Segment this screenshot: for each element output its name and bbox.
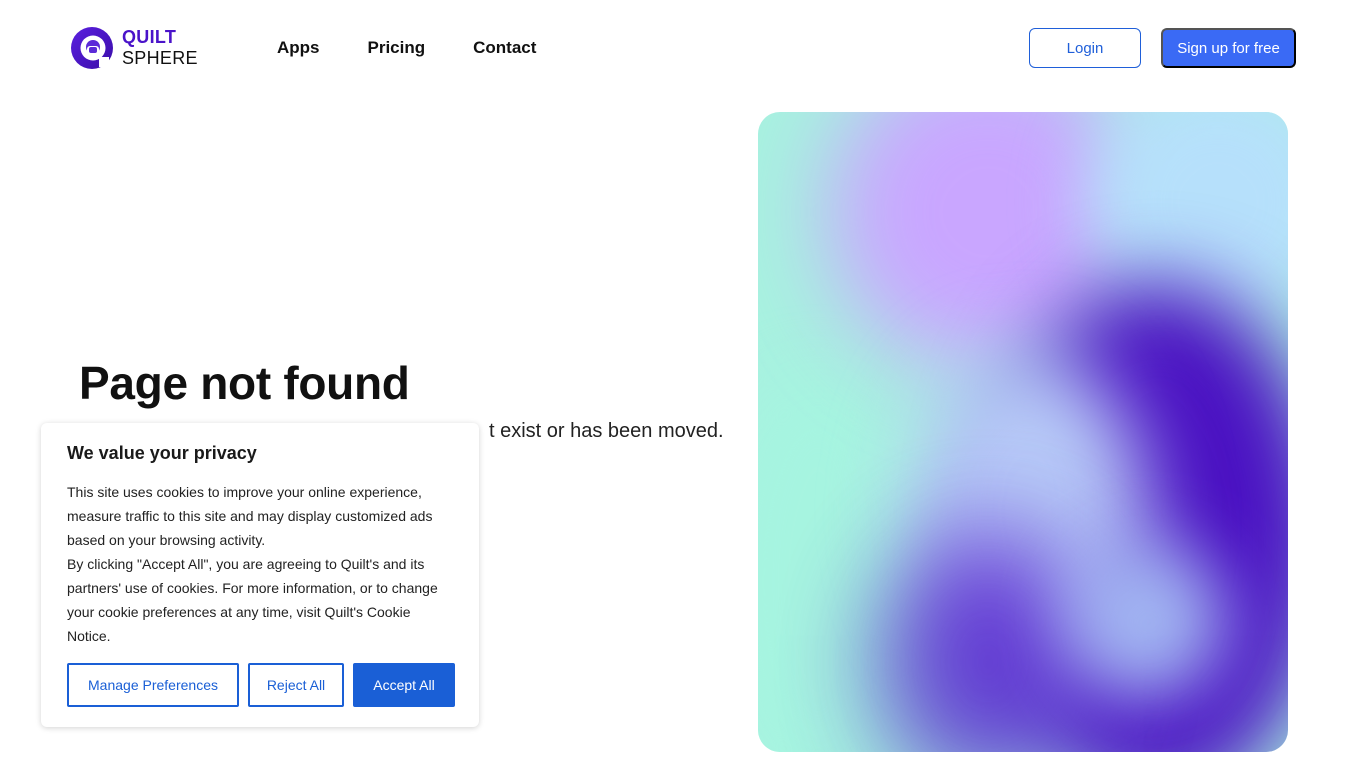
login-button[interactable]: Login: [1029, 28, 1141, 68]
nav-link-apps[interactable]: Apps: [277, 38, 320, 58]
logo-text-top: QUILT: [122, 26, 177, 47]
cookie-banner-title: We value your privacy: [67, 443, 257, 463]
gradient-artwork: [758, 112, 1288, 752]
nav-link-pricing[interactable]: Pricing: [368, 38, 426, 58]
accept-all-button[interactable]: Accept All: [353, 663, 455, 707]
cookie-banner-text: This site uses cookies to improve your o…: [67, 480, 453, 648]
nav-link-contact[interactable]: Contact: [473, 38, 536, 58]
logo-text-bottom: SPHERE: [122, 47, 198, 68]
logo-wordmark: QUILT SPHERE: [122, 26, 198, 68]
logo-link[interactable]: QUILT SPHERE: [69, 25, 209, 71]
reject-all-button[interactable]: Reject All: [248, 663, 344, 707]
gradient-blob: [1068, 542, 1228, 702]
signup-button[interactable]: Sign up for free: [1161, 28, 1296, 68]
quilt-logo-icon: [71, 27, 113, 69]
cookie-actions: Manage Preferences Reject All Accept All: [67, 663, 455, 707]
main-nav: Apps Pricing Contact: [277, 38, 536, 58]
cookie-paragraph-1: This site uses cookies to improve your o…: [67, 484, 433, 548]
cookie-consent-banner: We value your privacy This site uses coo…: [41, 423, 479, 727]
page-title: Page not found: [79, 357, 410, 409]
manage-preferences-button[interactable]: Manage Preferences: [67, 663, 239, 707]
cookie-paragraph-2: By clicking "Accept All", you are agreei…: [67, 556, 438, 644]
message-visible-text: t exist or has been moved.: [489, 420, 724, 442]
